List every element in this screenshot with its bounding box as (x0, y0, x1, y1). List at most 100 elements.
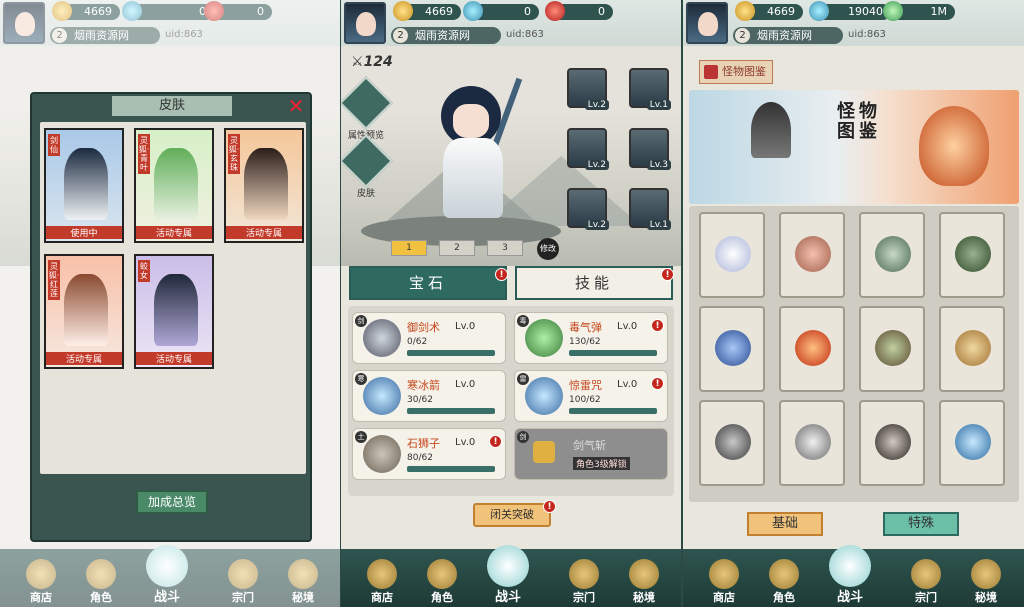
monster-card[interactable] (779, 306, 845, 392)
gem-alert-badge: ! (495, 268, 508, 281)
nav-sect[interactable]: 宗门 (559, 553, 609, 605)
skin-card-xuanzhu[interactable]: 灵狐·玄珠 活动专属 (224, 128, 304, 243)
close-icon[interactable]: ✕ (286, 96, 306, 116)
nav-role[interactable]: 角色 (759, 553, 809, 605)
skin-name: 蛟女 (138, 260, 150, 282)
lock-icon (971, 559, 1001, 589)
gold-coin-icon (393, 1, 413, 21)
skill-card[interactable]: 剑 御剑术 Lv.0 0/62 (352, 312, 506, 364)
skin-card-qingye[interactable]: 灵狐·青叶 活动专属 (134, 128, 214, 243)
basic-button[interactable]: 基础 (747, 512, 823, 536)
skill-card[interactable]: 雷 惊雷咒 Lv.0 100/62 ! (514, 370, 668, 422)
thunder-skill-icon (525, 377, 563, 415)
orc-icon (955, 236, 991, 272)
nav-shop[interactable]: 商店 (357, 553, 407, 605)
tab-gem[interactable]: 宝石 (349, 266, 507, 300)
player-uid: uid:863 (506, 29, 544, 40)
skin-status: 活动专属 (136, 226, 212, 239)
nav-sect[interactable]: 宗门 (901, 553, 951, 605)
player-name-pill: 2 烟雨资源网 (733, 27, 843, 44)
nav-battle[interactable]: 战斗 (473, 545, 543, 605)
skill-card[interactable]: 毒 毒气弹 Lv.0 130/62 ! (514, 312, 668, 364)
player-level: 2 (735, 28, 750, 43)
nav-role[interactable]: 角色 (417, 553, 467, 605)
bestiary-banner: 怪物图鉴 (689, 90, 1019, 204)
nav-shop[interactable]: 商店 (699, 553, 749, 605)
gem-slot-2[interactable]: Lv.1 (629, 68, 671, 110)
monster-card[interactable] (939, 212, 1005, 298)
monster-card[interactable] (859, 212, 925, 298)
page-3[interactable]: 3 (487, 240, 523, 256)
breakthrough-alert-badge: ! (543, 500, 556, 513)
skin-figure (64, 274, 108, 346)
skin-card-honglian[interactable]: 灵狐·红莲 活动专属 (44, 254, 124, 369)
gem-slot-1[interactable]: Lv.2 (567, 68, 609, 110)
monster-card[interactable] (699, 306, 765, 392)
gem-slot-6[interactable]: Lv.1 (629, 188, 671, 230)
progress-bar (569, 408, 657, 414)
banner-title: 怪物图鉴 (837, 101, 881, 142)
goblin-icon (875, 236, 911, 272)
jade-icon (809, 1, 829, 21)
skin-screen: 4669 0 0 2 烟雨资源网 uid:863 商店 角色 战斗 宗门 秘境 皮… (0, 0, 340, 607)
monster-card[interactable] (699, 400, 765, 486)
monster-card[interactable] (699, 212, 765, 298)
monster-card[interactable] (939, 306, 1005, 392)
avatar[interactable] (344, 2, 386, 44)
skill-card[interactable]: 寒 寒冰箭 Lv.0 30/62 (352, 370, 506, 422)
monster-card[interactable] (859, 306, 925, 392)
hero-face (453, 104, 489, 138)
nav-realm[interactable]: 秘境 (961, 553, 1011, 605)
avatar[interactable] (686, 2, 728, 44)
skin-card-jianxian[interactable]: 剑仙 使用中 (44, 128, 124, 243)
attr-preview-button[interactable] (341, 76, 393, 130)
combat-power: ⚔124 (351, 54, 393, 70)
lock-icon (629, 559, 659, 589)
scorpion-icon (715, 424, 751, 460)
dialog-titlebar: 皮肤 ✕ (32, 94, 310, 118)
pig-monster-icon (795, 236, 831, 272)
progress-bar (407, 466, 495, 472)
skill-card-locked[interactable]: 剑 剑气斩 角色3级解锁 (514, 428, 668, 480)
alert-badge: ! (651, 319, 664, 332)
hero-area: ⚔124 属性预览 皮肤 Lv.2 Lv.1 Lv.2 Lv.3 Lv.2 Lv… (341, 46, 681, 266)
skin-status: 活动专属 (226, 226, 302, 239)
skill-card[interactable]: 土 石狮子 Lv.0 80/62 ! (352, 428, 506, 480)
skill-alert-badge: ! (661, 268, 674, 281)
monster-card[interactable] (779, 400, 845, 486)
skin-card-jiaonv[interactable]: 蛟女 活动专属 (134, 254, 214, 369)
progress-bar (407, 408, 495, 414)
jade-counter: 19040 (809, 1, 891, 21)
gem-slot-5[interactable]: Lv.2 (567, 188, 609, 230)
nav-battle[interactable]: 战斗 (815, 545, 885, 605)
leaf-counter: 1M (883, 1, 955, 21)
water-spirit-icon (715, 330, 751, 366)
page-1[interactable]: 1 (391, 240, 427, 256)
battle-icon (829, 545, 871, 587)
role-icon (769, 559, 799, 589)
nav-realm[interactable]: 秘境 (619, 553, 669, 605)
page-2[interactable]: 2 (439, 240, 475, 256)
jade-icon (463, 1, 483, 21)
bottom-nav: 商店 角色 战斗 宗门 秘境 (683, 545, 1024, 607)
gem-slot-4[interactable]: Lv.3 (629, 128, 671, 170)
stone-lion-skill-icon (363, 435, 401, 473)
bottom-nav: 商店 角色 战斗 宗门 秘境 (341, 545, 681, 607)
rename-page-button[interactable]: 修改 (537, 238, 559, 260)
monster-card[interactable] (859, 400, 925, 486)
bonus-overview-button[interactable]: 加成总览 (136, 490, 208, 514)
lock-icon (367, 559, 397, 589)
monster-card[interactable] (779, 212, 845, 298)
skin-name: 灵狐·红莲 (48, 260, 60, 300)
special-button[interactable]: 特殊 (883, 512, 959, 536)
tree-monster-icon (875, 330, 911, 366)
player-level: 2 (393, 28, 408, 43)
tab-skill[interactable]: 技能 (515, 266, 673, 300)
breakthrough-button[interactable]: 闭关突破 (473, 503, 551, 527)
bestiary-tab[interactable]: 怪物图鉴 (699, 60, 773, 84)
monster-card[interactable] (939, 400, 1005, 486)
battle-icon (487, 545, 529, 587)
gem-slot-3[interactable]: Lv.2 (567, 128, 609, 170)
gold-coin-icon (735, 1, 755, 21)
sect-icon (569, 559, 599, 589)
